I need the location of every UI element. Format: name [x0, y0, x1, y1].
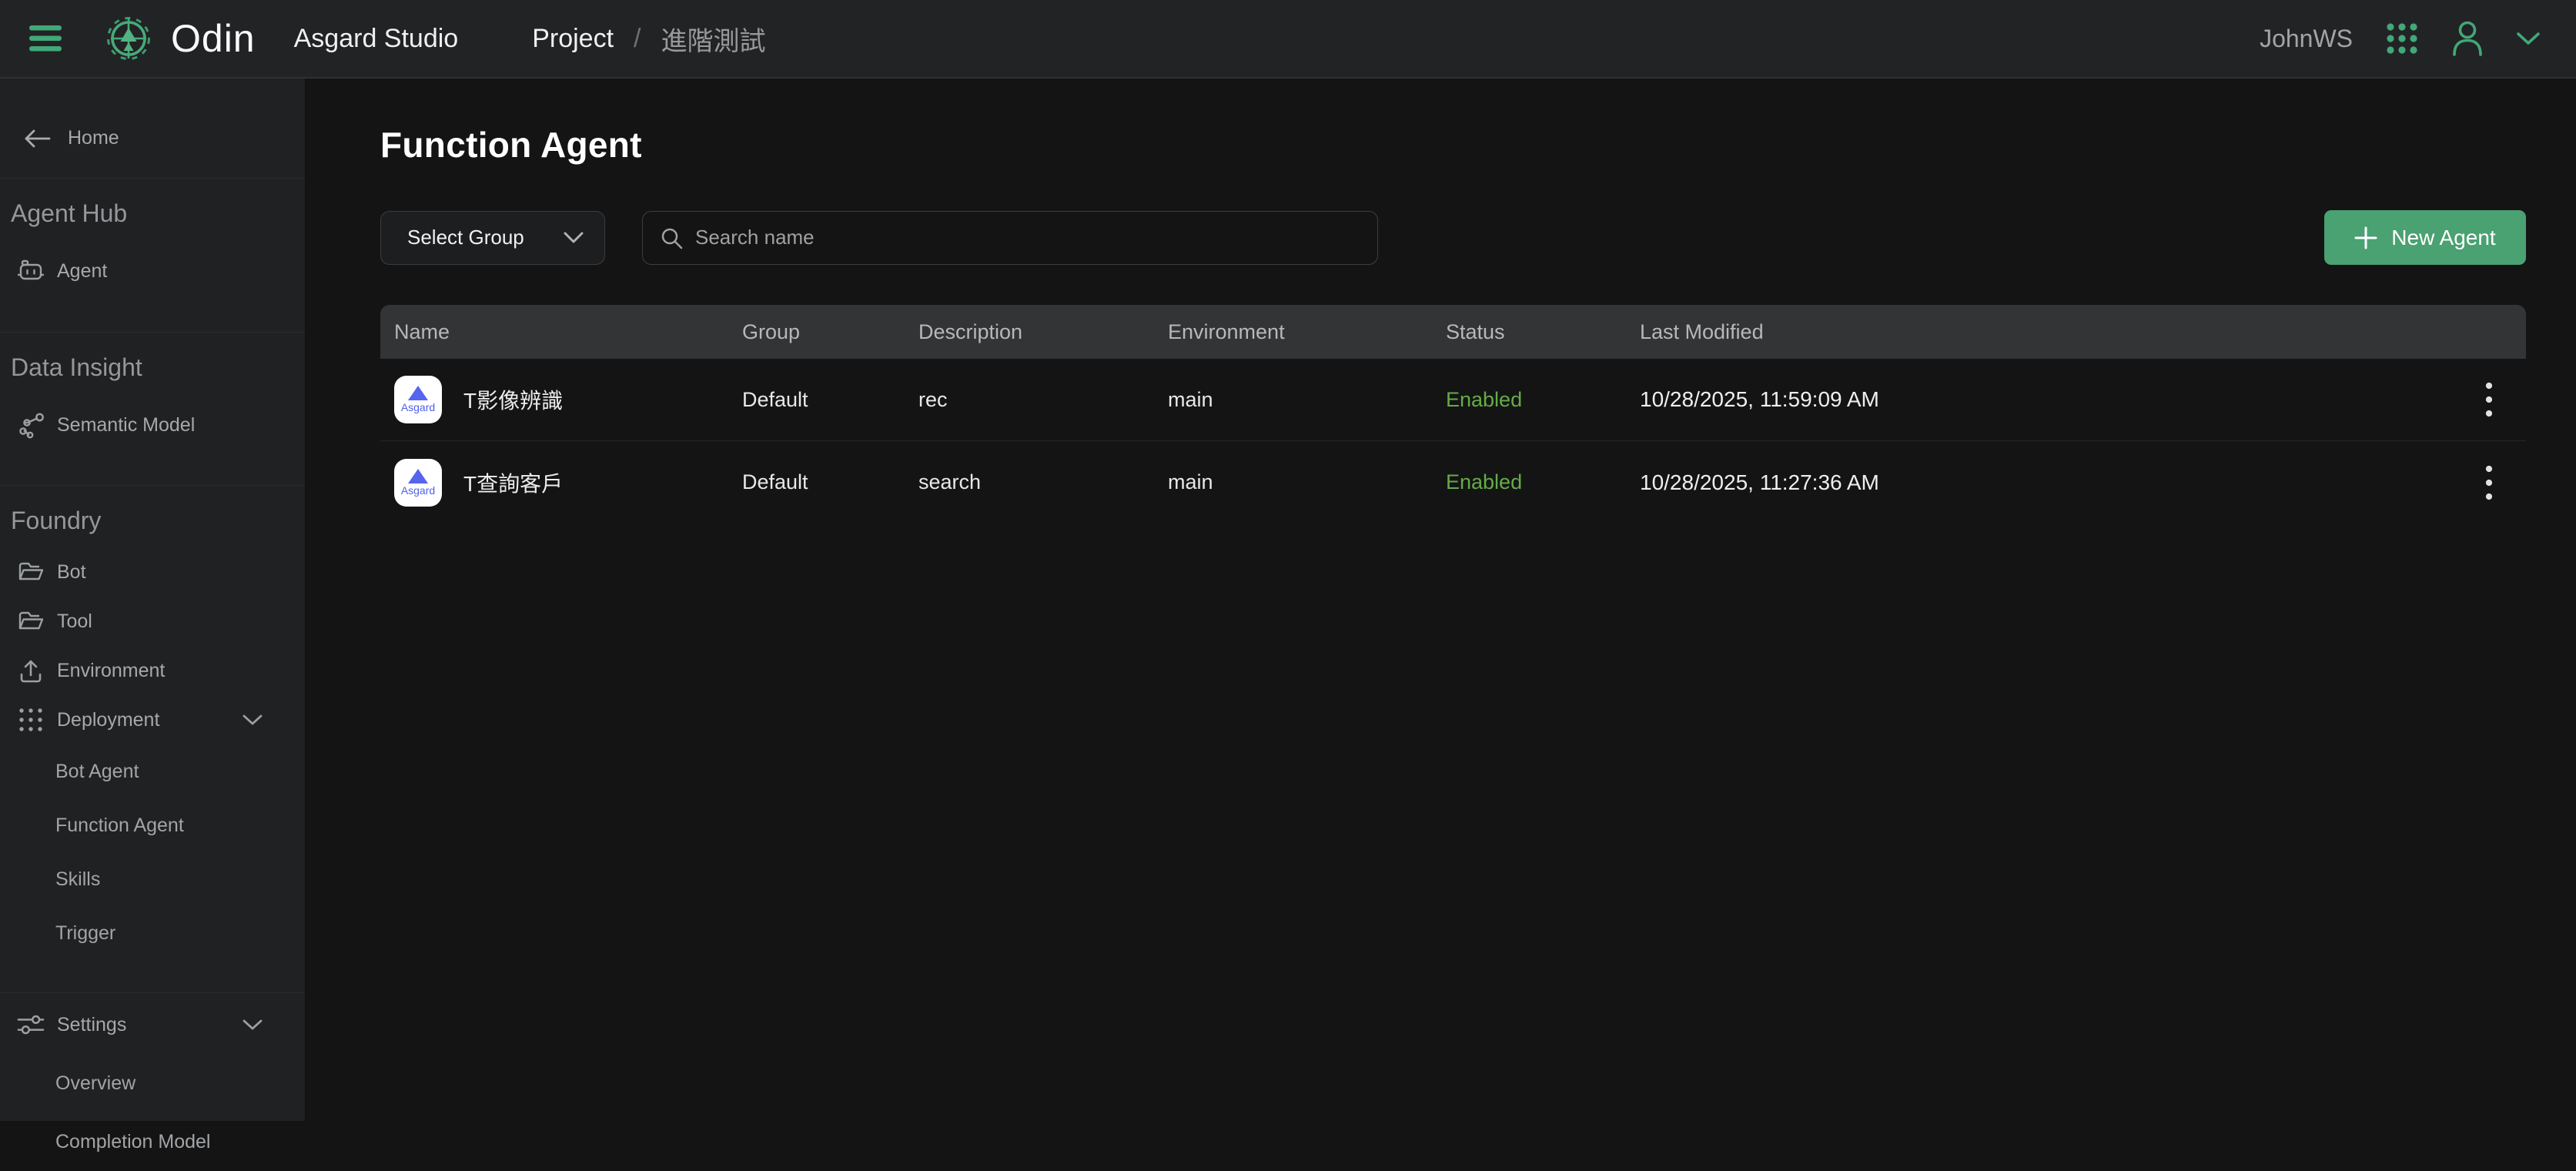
row-actions-kebab-icon[interactable] — [2452, 452, 2526, 514]
table-row[interactable]: Asgard T影像辨識 Default rec main Enabled 10… — [380, 359, 2526, 441]
new-agent-label: New Agent — [2391, 226, 2495, 250]
agent-environment: main — [1168, 470, 1446, 494]
column-header-environment: Environment — [1168, 320, 1446, 344]
agent-status: Enabled — [1446, 470, 1640, 494]
sidebar-home-label: Home — [68, 127, 119, 149]
new-agent-button[interactable]: New Agent — [2324, 210, 2526, 265]
controls-row: Select Group New Agent — [380, 210, 2526, 265]
search-box — [642, 211, 1378, 265]
avatar-label: Asgard — [401, 401, 435, 413]
sidebar-group-settings: Settings Overview Completion Model — [0, 1000, 305, 1171]
search-icon — [660, 226, 683, 249]
table-header: Name Group Description Environment Statu… — [380, 305, 2526, 359]
sidebar-subitem-function-agent[interactable]: Function Agent — [0, 798, 305, 852]
agent-last-modified: 10/28/2025, 11:27:36 AM — [1640, 470, 2452, 495]
sidebar-subitem-skills[interactable]: Skills — [0, 852, 305, 906]
app-name[interactable]: Asgard Studio — [294, 24, 459, 54]
column-header-description: Description — [918, 320, 1168, 344]
table-row[interactable]: Asgard T查詢客戶 Default search main Enabled… — [380, 441, 2526, 524]
hamburger-menu-icon[interactable] — [29, 24, 65, 53]
sidebar-subitem-trigger[interactable]: Trigger — [0, 906, 305, 960]
grid-dots-icon — [17, 706, 45, 734]
sidebar-item-tool[interactable]: Tool — [0, 597, 305, 646]
sidebar-item-home[interactable]: Home — [0, 79, 305, 179]
sidebar-item-label: Bot — [57, 561, 86, 584]
agent-group: Default — [742, 388, 918, 412]
agent-environment: main — [1168, 388, 1446, 412]
sidebar-item-deployment[interactable]: Deployment — [0, 695, 305, 744]
username: JohnWS — [2260, 25, 2353, 53]
column-header-last-modified: Last Modified — [1640, 320, 2452, 344]
agent-name: T影像辨識 — [463, 384, 563, 415]
agent-avatar: Asgard — [394, 376, 442, 423]
sidebar-item-agent[interactable]: Agent — [0, 246, 305, 296]
agent-last-modified: 10/28/2025, 11:59:09 AM — [1640, 387, 2452, 412]
sidebar-subitem-bot-agent[interactable]: Bot Agent — [0, 744, 305, 798]
back-arrow-icon — [23, 128, 51, 149]
breadcrumb: Project / 進階測試 — [458, 20, 765, 58]
agent-group: Default — [742, 470, 918, 494]
sidebar-item-bot[interactable]: Bot — [0, 547, 305, 597]
agent-avatar: Asgard — [394, 459, 442, 507]
chevron-down-icon — [242, 714, 263, 726]
group-select-dropdown[interactable]: Select Group — [380, 211, 605, 265]
sidebar-item-settings[interactable]: Settings — [0, 1000, 305, 1049]
agents-table: Name Group Description Environment Statu… — [380, 305, 2526, 524]
agent-description: search — [918, 470, 1168, 494]
odin-logo-icon[interactable] — [106, 16, 151, 61]
sidebar-subitem-overview[interactable]: Overview — [0, 1054, 305, 1112]
search-input[interactable] — [695, 226, 1360, 249]
sidebar-item-environment[interactable]: Environment — [0, 646, 305, 695]
semantic-nodes-icon — [17, 411, 45, 439]
plus-icon — [2354, 226, 2377, 249]
product-name: Odin — [171, 16, 256, 61]
page-title: Function Agent — [380, 122, 2526, 167]
upload-icon — [17, 657, 45, 684]
agent-status: Enabled — [1446, 388, 1640, 412]
account-chevron-down-icon[interactable] — [2516, 31, 2541, 46]
breadcrumb-separator: / — [634, 24, 641, 54]
sidebar-group-foundry: Foundry Bot Tool — [0, 503, 305, 993]
sidebar-group-title: Data Insight — [0, 350, 305, 385]
sidebar-item-label: Semantic Model — [57, 414, 195, 437]
sliders-icon — [17, 1011, 45, 1039]
asgard-triangle-icon — [408, 469, 428, 483]
apps-grid-icon[interactable] — [2385, 22, 2419, 55]
topbar: Odin Asgard Studio Project / 進階測試 JohnWS — [0, 0, 2576, 79]
user-profile-icon[interactable] — [2451, 21, 2484, 56]
sidebar-group-title: Foundry — [0, 503, 305, 538]
group-select-label: Select Group — [407, 226, 524, 249]
sidebar-group-data-insight: Data Insight Semantic Model — [0, 350, 305, 486]
chevron-down-icon — [563, 231, 584, 244]
sidebar-group-agent-hub: Agent Hub Agent — [0, 196, 305, 333]
column-header-name: Name — [380, 320, 742, 344]
sidebar-item-label: Deployment — [57, 709, 159, 731]
sidebar: Home Agent Hub Agent Data Insight — [0, 79, 306, 1121]
avatar-label: Asgard — [401, 484, 435, 497]
asgard-triangle-icon — [408, 386, 428, 400]
sidebar-subitem-completion-model[interactable]: Completion Model — [0, 1112, 305, 1171]
sidebar-item-label: Environment — [57, 660, 165, 682]
sidebar-item-label: Settings — [57, 1014, 126, 1036]
breadcrumb-project[interactable]: Project — [532, 24, 614, 54]
chevron-down-icon — [242, 1019, 263, 1031]
robot-icon — [17, 257, 45, 285]
agent-name: T查詢客戶 — [463, 467, 563, 498]
sidebar-item-label: Tool — [57, 611, 92, 633]
topbar-right: JohnWS — [2260, 21, 2541, 56]
sidebar-item-label: Agent — [57, 260, 107, 283]
column-header-status: Status — [1446, 320, 1640, 344]
folder-icon — [17, 558, 45, 586]
breadcrumb-current: 進階測試 — [661, 20, 766, 58]
folder-icon — [17, 607, 45, 635]
main-content: Function Agent Select Group New Agent Na… — [306, 79, 2576, 1121]
column-header-group: Group — [742, 320, 918, 344]
sidebar-group-title: Agent Hub — [0, 196, 305, 231]
sidebar-item-semantic-model[interactable]: Semantic Model — [0, 400, 305, 450]
row-actions-kebab-icon[interactable] — [2452, 369, 2526, 430]
agent-description: rec — [918, 388, 1168, 412]
